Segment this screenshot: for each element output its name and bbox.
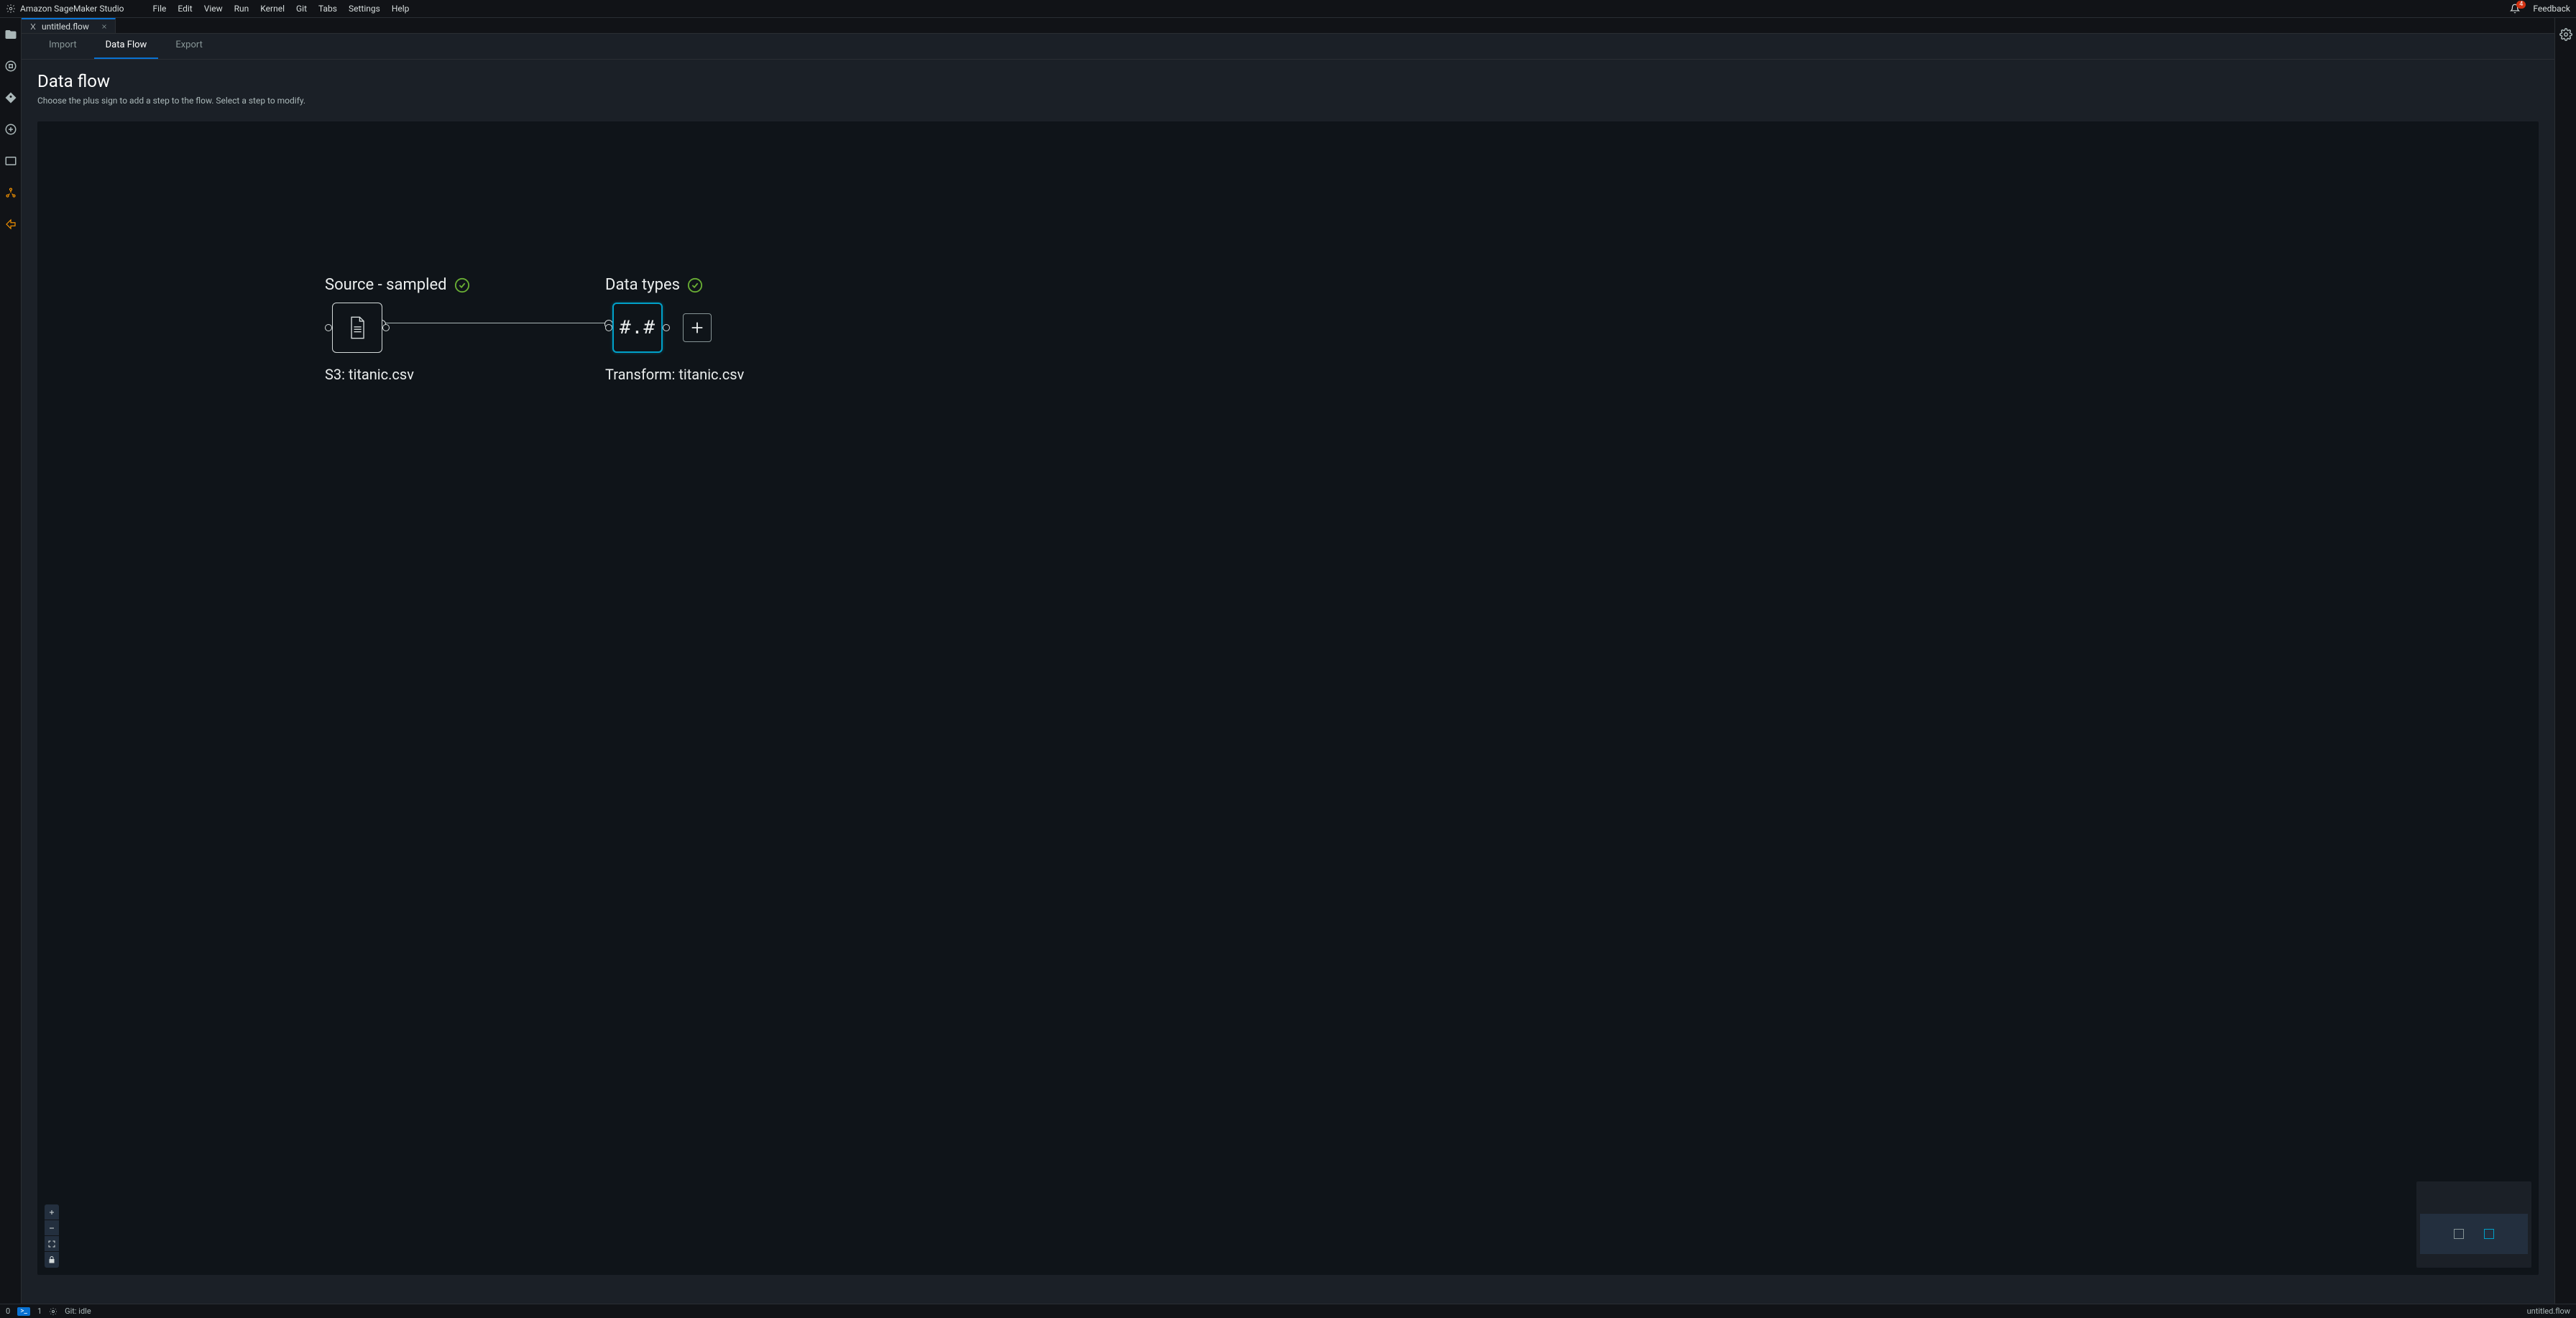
status-terminal-icon[interactable]: >_ (17, 1307, 30, 1316)
menu-file[interactable]: File (153, 4, 167, 14)
endpoints-icon[interactable] (4, 218, 17, 231)
running-icon[interactable] (4, 60, 17, 73)
port-in[interactable] (605, 324, 612, 331)
tab-data-flow[interactable]: Data Flow (94, 34, 159, 59)
menu-git[interactable]: Git (296, 4, 307, 14)
close-icon[interactable] (101, 23, 108, 30)
node-types-subtitle: Transform: titanic.csv (605, 366, 744, 383)
folder-icon[interactable] (4, 28, 17, 41)
page-title: Data flow (37, 71, 2539, 91)
menubar: Amazon SageMaker Studio File Edit View R… (0, 0, 2576, 17)
port-in[interactable] (325, 324, 332, 331)
lock-icon (47, 1255, 56, 1264)
brand: Amazon SageMaker Studio (6, 4, 124, 14)
file-icon (346, 315, 368, 340)
left-sidebar (0, 18, 22, 1304)
status-mode: 1 (37, 1307, 42, 1316)
status-left-num: 0 (6, 1307, 10, 1316)
sagemaker-icon (6, 4, 16, 14)
statusbar: 0 >_ 1 Git: idle untitled.flow (0, 1304, 2576, 1318)
node-types-box[interactable]: #.# (612, 303, 663, 353)
add-step-button[interactable] (683, 313, 712, 342)
menu-tabs[interactable]: Tabs (318, 4, 337, 14)
type-glyph: #.# (620, 317, 656, 338)
gear-icon[interactable] (49, 1307, 58, 1316)
notification-badge: 4 (2516, 1, 2526, 9)
status-filename: untitled.flow (2527, 1307, 2570, 1316)
feedback-link[interactable]: Feedback (2533, 4, 2570, 14)
plus-icon (47, 1208, 56, 1217)
components-icon[interactable] (4, 186, 17, 199)
lock-button[interactable] (45, 1252, 59, 1268)
menu-settings[interactable]: Settings (349, 4, 380, 14)
brand-label: Amazon SageMaker Studio (20, 4, 124, 14)
right-sidebar (2554, 18, 2576, 1304)
tab-export[interactable]: Export (164, 34, 214, 59)
fit-button[interactable] (45, 1236, 59, 1252)
flow-header: Data flow Choose the plus sign to add a … (22, 60, 2554, 113)
menu-run[interactable]: Run (234, 4, 249, 14)
document-tab[interactable]: untitled.flow (22, 18, 116, 33)
menu-kernel[interactable]: Kernel (260, 4, 285, 14)
canvas-controls (45, 1204, 59, 1268)
tab-import[interactable]: Import (37, 34, 88, 59)
minus-icon (47, 1224, 56, 1232)
node-source[interactable]: Source - sampled S3: titanic.csv (325, 276, 470, 383)
canvas-minimap[interactable] (2416, 1181, 2531, 1268)
flow-subtabs: Import Data Flow Export (22, 34, 2554, 60)
minimap-node (2454, 1229, 2464, 1239)
notifications-button[interactable]: 4 (2510, 4, 2520, 14)
zoom-out-button[interactable] (45, 1220, 59, 1236)
zoom-in-button[interactable] (45, 1204, 59, 1220)
expand-icon (47, 1240, 56, 1248)
node-source-box[interactable] (332, 303, 382, 353)
flow-file-icon (29, 22, 37, 31)
status-git[interactable]: Git: idle (65, 1307, 91, 1316)
node-source-title: Source - sampled (325, 276, 447, 294)
node-data-types[interactable]: Data types #.# Transform: titanic.csv (605, 276, 744, 383)
menu-items: File Edit View Run Kernel Git Tabs Setti… (153, 4, 410, 14)
document-tabbar: untitled.flow (22, 18, 2554, 34)
check-circle-icon (454, 277, 470, 293)
flow-canvas[interactable]: Source - sampled S3: titanic.csv (37, 121, 2539, 1275)
plus-icon (689, 320, 705, 336)
page-subtitle: Choose the plus sign to add a step to th… (37, 96, 2539, 106)
document-tab-title: untitled.flow (42, 22, 89, 32)
minimap-node-selected (2484, 1229, 2494, 1239)
commands-icon[interactable] (4, 123, 17, 136)
menu-edit[interactable]: Edit (178, 4, 192, 14)
tabs-icon[interactable] (4, 155, 17, 167)
check-circle-icon (687, 277, 703, 293)
menu-view[interactable]: View (204, 4, 223, 14)
menu-help[interactable]: Help (392, 4, 410, 14)
port-out[interactable] (663, 324, 670, 331)
gear-icon[interactable] (2559, 28, 2572, 41)
port-out[interactable] (382, 324, 390, 331)
minimap-viewport (2420, 1214, 2528, 1254)
main-window: untitled.flow Import Data Flow Export Da… (22, 18, 2554, 1304)
git-icon[interactable] (4, 91, 17, 104)
node-types-title: Data types (605, 276, 680, 294)
node-source-subtitle: S3: titanic.csv (325, 366, 414, 383)
